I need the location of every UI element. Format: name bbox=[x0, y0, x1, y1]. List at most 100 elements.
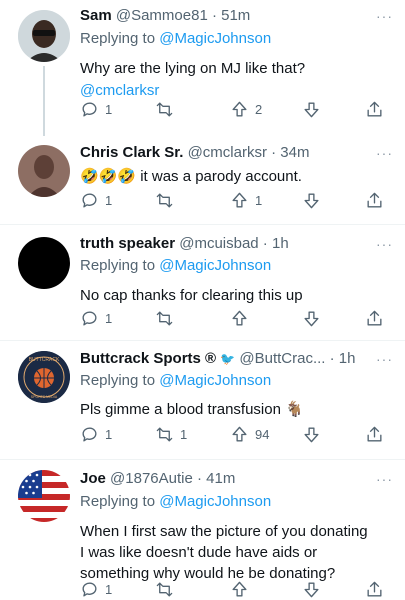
tweet-sam[interactable]: Sam @Sammoe81 · 51m Replying to @MagicJo… bbox=[0, 0, 405, 136]
retweet-icon bbox=[156, 102, 173, 117]
share-button[interactable] bbox=[365, 580, 384, 599]
upvote-icon bbox=[232, 581, 247, 597]
avatar[interactable]: BUTTCRACK SPORTS MEDIA bbox=[18, 351, 70, 403]
tweet-actions: 1 bbox=[80, 580, 385, 600]
retweet-icon bbox=[156, 311, 173, 326]
share-button[interactable] bbox=[365, 425, 384, 444]
tweet-feed: Sam @Sammoe81 · 51m Replying to @MagicJo… bbox=[0, 0, 405, 600]
reply-button[interactable]: 1 bbox=[80, 309, 112, 328]
share-icon bbox=[367, 310, 382, 326]
like-button[interactable] bbox=[230, 309, 255, 328]
display-name[interactable]: Chris Clark Sr. bbox=[80, 144, 183, 161]
upvote-icon bbox=[232, 426, 247, 442]
reply-button[interactable]: 1 bbox=[80, 191, 112, 210]
avatar-text-top: BUTTCRACK bbox=[29, 357, 60, 363]
retweet-icon bbox=[156, 193, 173, 208]
tweet-actions: 1 bbox=[80, 309, 385, 329]
handle-time: @1876Autie · 41m bbox=[110, 470, 236, 487]
share-icon bbox=[367, 581, 382, 597]
like-count: 1 bbox=[255, 193, 263, 208]
bird-badge-icon: 🐦 bbox=[220, 352, 236, 366]
tweet-joe[interactable]: Joe @1876Autie · 41m Replying to @MagicJ… bbox=[0, 460, 405, 600]
tweet-actions: 1 1 bbox=[80, 191, 385, 211]
upvote-icon bbox=[232, 310, 247, 326]
more-icon[interactable]: ··· bbox=[376, 471, 393, 487]
tweet-text: Pls gimme a blood transfusion 🐐 bbox=[80, 401, 304, 418]
reply-count: 1 bbox=[105, 311, 113, 326]
retweet-button[interactable]: 1 bbox=[155, 425, 187, 444]
downvote-icon bbox=[304, 102, 319, 118]
reply-button[interactable]: 1 bbox=[80, 425, 112, 444]
handle-time: @Sammoe81 · 51m bbox=[115, 7, 251, 24]
downvote-button[interactable] bbox=[302, 580, 321, 599]
replying-to: Replying to @MagicJohnson bbox=[80, 493, 272, 510]
retweet-button[interactable] bbox=[155, 309, 180, 328]
tweet-text: No cap thanks for clearing this up bbox=[80, 287, 303, 304]
display-name[interactable]: Sam bbox=[80, 7, 112, 24]
upvote-icon bbox=[232, 192, 247, 208]
reply-icon bbox=[82, 311, 97, 326]
tweet-header: Chris Clark Sr. @cmclarksr · 34m bbox=[80, 143, 397, 163]
reply-button[interactable]: 1 bbox=[80, 580, 112, 599]
more-icon[interactable]: ··· bbox=[376, 236, 393, 252]
reply-count: 1 bbox=[105, 582, 113, 597]
downvote-icon bbox=[304, 582, 319, 598]
more-icon[interactable]: ··· bbox=[376, 8, 393, 24]
like-button[interactable]: 2 bbox=[230, 100, 262, 119]
share-button[interactable] bbox=[365, 191, 384, 210]
retweet-icon bbox=[156, 582, 173, 597]
downvote-button[interactable] bbox=[302, 100, 321, 119]
tweet-buttcrack-sports[interactable]: BUTTCRACK SPORTS MEDIA Buttcrack Sports … bbox=[0, 341, 405, 459]
like-button[interactable] bbox=[230, 580, 255, 599]
avatar[interactable] bbox=[18, 470, 70, 522]
avatar[interactable] bbox=[18, 145, 70, 197]
retweet-button[interactable] bbox=[155, 191, 180, 210]
mention-link[interactable]: @MagicJohnson bbox=[159, 372, 271, 389]
reply-icon bbox=[82, 102, 97, 117]
downvote-button[interactable] bbox=[302, 191, 321, 210]
reply-count: 1 bbox=[105, 427, 113, 442]
more-icon[interactable]: ··· bbox=[376, 145, 393, 161]
retweet-count: 1 bbox=[180, 427, 188, 442]
display-name[interactable]: Buttcrack Sports ® bbox=[80, 350, 216, 367]
mention-link[interactable]: @cmclarksr bbox=[80, 81, 397, 101]
downvote-button[interactable] bbox=[302, 309, 321, 328]
like-count: 2 bbox=[255, 102, 263, 117]
more-icon[interactable]: ··· bbox=[376, 351, 393, 367]
like-count: 94 bbox=[255, 427, 270, 442]
share-icon bbox=[367, 192, 382, 208]
reply-button[interactable]: 1 bbox=[80, 100, 112, 119]
avatar[interactable] bbox=[18, 10, 70, 62]
share-button[interactable] bbox=[365, 309, 384, 328]
downvote-button[interactable] bbox=[302, 425, 321, 444]
emoji: 🤣🤣🤣 bbox=[80, 168, 137, 185]
tweet-header: truth speaker @mcuisbad · 1h bbox=[80, 234, 397, 254]
tweet-actions: 1 2 bbox=[80, 100, 385, 120]
mention-link[interactable]: @MagicJohnson bbox=[159, 30, 271, 47]
share-button[interactable] bbox=[365, 100, 384, 119]
downvote-icon bbox=[304, 193, 319, 209]
reply-icon bbox=[82, 582, 97, 597]
tweet-actions: 1 1 94 bbox=[80, 425, 385, 445]
replying-to: Replying to @MagicJohnson bbox=[80, 372, 272, 389]
avatar[interactable] bbox=[18, 237, 70, 289]
like-button[interactable]: 94 bbox=[230, 425, 269, 444]
display-name[interactable]: Joe bbox=[80, 470, 106, 487]
retweet-button[interactable] bbox=[155, 100, 180, 119]
reply-count: 1 bbox=[105, 102, 113, 117]
retweet-button[interactable] bbox=[155, 580, 180, 599]
upvote-icon bbox=[232, 101, 247, 117]
handle-time: @cmclarksr · 34m bbox=[187, 144, 310, 161]
downvote-icon bbox=[304, 311, 319, 327]
like-button[interactable]: 1 bbox=[230, 191, 262, 210]
tweet-header: Joe @1876Autie · 41m bbox=[80, 469, 397, 489]
tweet-truth-speaker[interactable]: truth speaker @mcuisbad · 1h Replying to… bbox=[0, 225, 405, 340]
tweet-chris-clark[interactable]: Chris Clark Sr. @cmclarksr · 34m 🤣🤣🤣 it … bbox=[0, 135, 405, 225]
display-name[interactable]: truth speaker bbox=[80, 235, 175, 252]
retweet-icon bbox=[156, 427, 173, 442]
mention-link[interactable]: @MagicJohnson bbox=[159, 493, 271, 510]
mention-link[interactable]: @MagicJohnson bbox=[159, 257, 271, 274]
replying-to: Replying to @MagicJohnson bbox=[80, 257, 272, 274]
tweet-text: Why are the lying on MJ like that? @cmcl… bbox=[80, 59, 397, 101]
avatar-text-bottom: SPORTS MEDIA bbox=[31, 395, 58, 399]
